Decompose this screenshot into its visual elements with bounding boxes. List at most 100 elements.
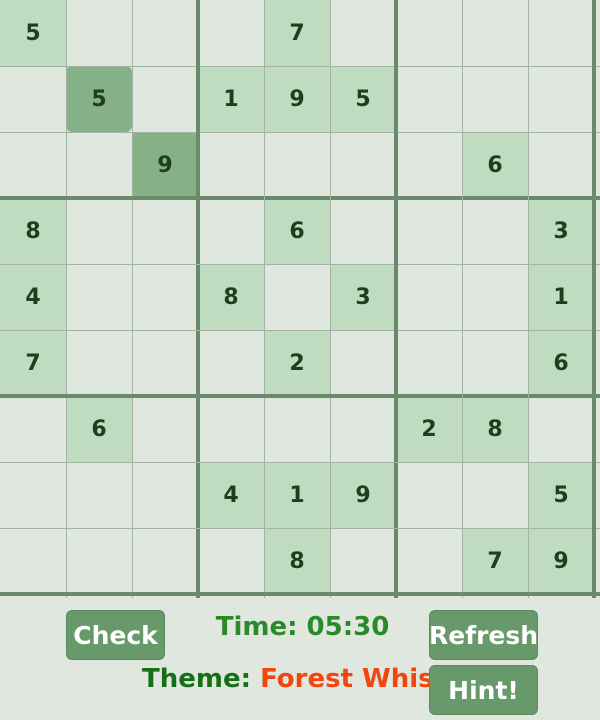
cell-r6-c2[interactable] xyxy=(66,330,132,396)
cell-r2-c5[interactable]: 9 xyxy=(264,66,330,132)
cell-r3-c4[interactable] xyxy=(198,132,264,198)
cell-r7-c7[interactable]: 2 xyxy=(396,396,462,462)
cell-r2-c4[interactable]: 1 xyxy=(198,66,264,132)
cell-r3-c9[interactable] xyxy=(528,132,594,198)
cell-r4-c9[interactable]: 3 xyxy=(528,198,594,264)
theme-label: Theme: xyxy=(142,664,252,694)
box-divider-vertical xyxy=(196,0,200,598)
cell-r5-c2[interactable] xyxy=(66,264,132,330)
grid-line-horizontal xyxy=(0,264,600,265)
cell-r7-c3[interactable] xyxy=(132,396,198,462)
cell-r5-c6[interactable]: 3 xyxy=(330,264,396,330)
box-divider-horizontal xyxy=(0,592,600,596)
cell-r1-c8[interactable] xyxy=(462,0,528,66)
cell-r1-c2[interactable] xyxy=(66,0,132,66)
cell-r5-c9[interactable]: 1 xyxy=(528,264,594,330)
cell-r9-c1[interactable] xyxy=(0,528,66,594)
cell-r4-c3[interactable] xyxy=(132,198,198,264)
box-divider-vertical xyxy=(394,0,398,598)
cell-r2-c9[interactable] xyxy=(528,66,594,132)
cell-r6-c7[interactable] xyxy=(396,330,462,396)
check-button[interactable]: Check xyxy=(66,610,165,660)
grid-line-vertical xyxy=(330,0,331,598)
cell-r4-c6[interactable] xyxy=(330,198,396,264)
cell-r4-c5[interactable]: 6 xyxy=(264,198,330,264)
cell-r6-c6[interactable] xyxy=(330,330,396,396)
cell-r5-c7[interactable] xyxy=(396,264,462,330)
cell-r6-c8[interactable] xyxy=(462,330,528,396)
cell-r8-c7[interactable] xyxy=(396,462,462,528)
cell-r4-c4[interactable] xyxy=(198,198,264,264)
cell-r1-c1[interactable]: 5 xyxy=(0,0,66,66)
cell-r2-c2[interactable]: 5 xyxy=(66,66,132,132)
cell-r2-c6[interactable]: 5 xyxy=(330,66,396,132)
hint-button[interactable]: Hint! xyxy=(429,665,538,715)
grid-line-horizontal xyxy=(0,132,600,133)
grid-line-horizontal xyxy=(0,528,600,529)
cell-r1-c3[interactable] xyxy=(132,0,198,66)
grid-line-vertical xyxy=(462,0,463,598)
cell-r9-c7[interactable] xyxy=(396,528,462,594)
cell-r4-c1[interactable]: 8 xyxy=(0,198,66,264)
grid-line-horizontal xyxy=(0,66,600,67)
cell-r8-c5[interactable]: 1 xyxy=(264,462,330,528)
cell-r6-c9[interactable]: 6 xyxy=(528,330,594,396)
cell-r5-c4[interactable]: 8 xyxy=(198,264,264,330)
grid-line-vertical xyxy=(264,0,265,598)
cell-r2-c8[interactable] xyxy=(462,66,528,132)
cell-r6-c3[interactable] xyxy=(132,330,198,396)
cell-r8-c3[interactable] xyxy=(132,462,198,528)
cell-r8-c1[interactable] xyxy=(0,462,66,528)
cell-r8-c9[interactable]: 5 xyxy=(528,462,594,528)
cell-r9-c5[interactable]: 8 xyxy=(264,528,330,594)
cell-r9-c3[interactable] xyxy=(132,528,198,594)
refresh-button[interactable]: Refresh xyxy=(429,610,538,660)
cell-r3-c6[interactable] xyxy=(330,132,396,198)
cell-r3-c5[interactable] xyxy=(264,132,330,198)
grid-line-vertical xyxy=(528,0,529,598)
cell-r7-c4[interactable] xyxy=(198,396,264,462)
cell-r1-c7[interactable] xyxy=(396,0,462,66)
cell-r4-c8[interactable] xyxy=(462,198,528,264)
cell-r2-c3[interactable] xyxy=(132,66,198,132)
cell-r3-c2[interactable] xyxy=(66,132,132,198)
cell-r9-c9[interactable]: 9 xyxy=(528,528,594,594)
cell-r5-c1[interactable]: 4 xyxy=(0,264,66,330)
cell-r1-c5[interactable]: 7 xyxy=(264,0,330,66)
cell-r3-c7[interactable] xyxy=(396,132,462,198)
cell-r1-c4[interactable] xyxy=(198,0,264,66)
cell-r4-c2[interactable] xyxy=(66,198,132,264)
cell-r5-c8[interactable] xyxy=(462,264,528,330)
cell-r7-c1[interactable] xyxy=(0,396,66,462)
cell-r7-c6[interactable] xyxy=(330,396,396,462)
cell-r5-c3[interactable] xyxy=(132,264,198,330)
box-divider-horizontal xyxy=(0,196,600,200)
cell-r1-c9[interactable] xyxy=(528,0,594,66)
cell-r2-c1[interactable] xyxy=(0,66,66,132)
cell-r9-c8[interactable]: 7 xyxy=(462,528,528,594)
cell-r3-c3[interactable]: 9 xyxy=(132,132,198,198)
cell-r8-c2[interactable] xyxy=(66,462,132,528)
grid-line-horizontal xyxy=(0,330,600,331)
cell-r3-c1[interactable] xyxy=(0,132,66,198)
cell-r6-c4[interactable] xyxy=(198,330,264,396)
cell-r8-c4[interactable]: 4 xyxy=(198,462,264,528)
cell-r5-c5[interactable] xyxy=(264,264,330,330)
cell-r4-c7[interactable] xyxy=(396,198,462,264)
grid-line-horizontal xyxy=(0,462,600,463)
cell-r9-c6[interactable] xyxy=(330,528,396,594)
cell-r7-c2[interactable]: 6 xyxy=(66,396,132,462)
cell-r2-c7[interactable] xyxy=(396,66,462,132)
cell-r3-c8[interactable]: 6 xyxy=(462,132,528,198)
cell-r1-c6[interactable] xyxy=(330,0,396,66)
cell-r9-c4[interactable] xyxy=(198,528,264,594)
cell-r9-c2[interactable] xyxy=(66,528,132,594)
cell-r7-c8[interactable]: 8 xyxy=(462,396,528,462)
cell-r8-c6[interactable]: 9 xyxy=(330,462,396,528)
cell-r6-c5[interactable]: 2 xyxy=(264,330,330,396)
cell-r7-c9[interactable] xyxy=(528,396,594,462)
cell-r6-c1[interactable]: 7 xyxy=(0,330,66,396)
box-divider-horizontal xyxy=(0,394,600,398)
cell-r8-c8[interactable] xyxy=(462,462,528,528)
cell-r7-c5[interactable] xyxy=(264,396,330,462)
